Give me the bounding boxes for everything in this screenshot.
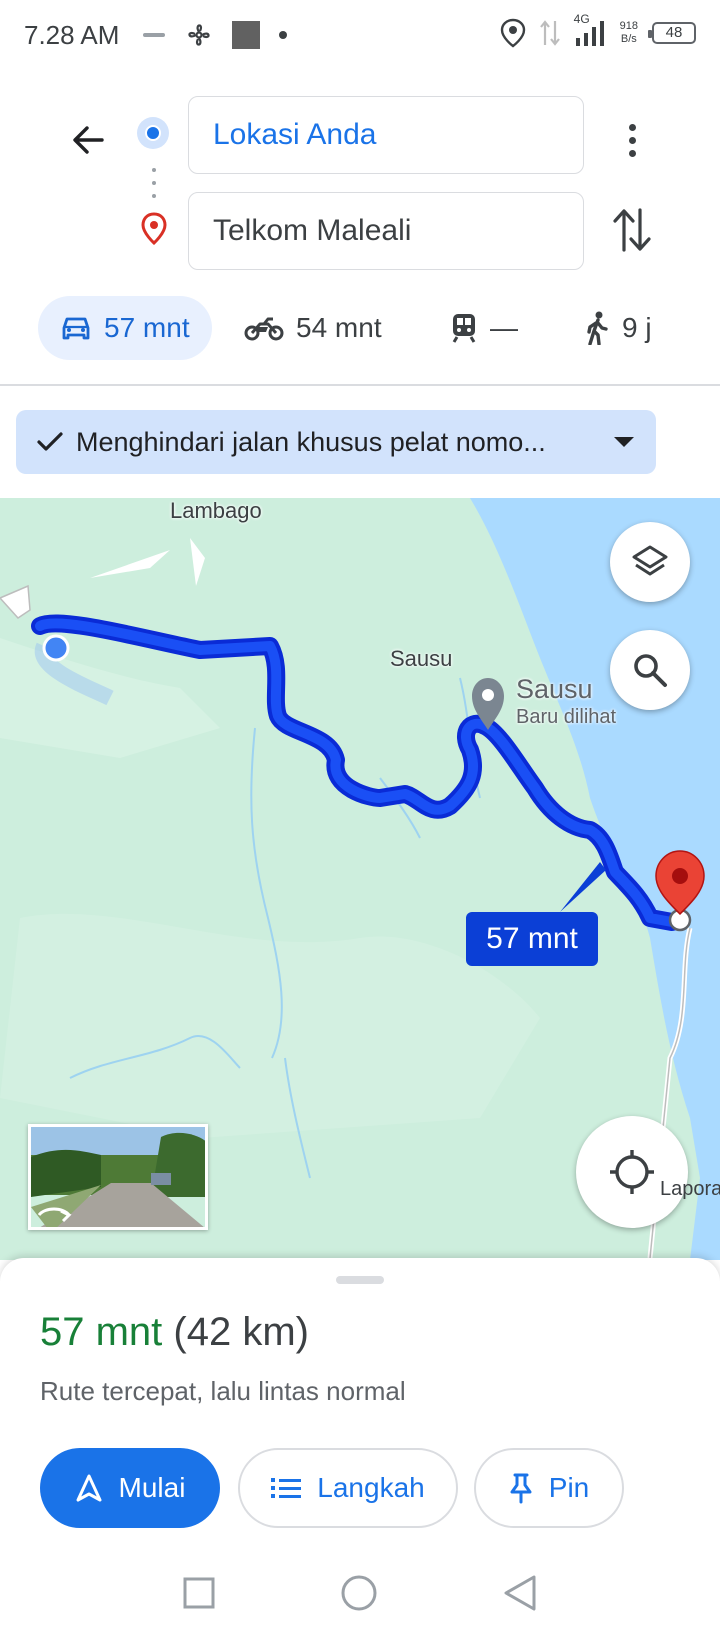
arrow-left-icon	[73, 126, 104, 154]
sheet-drag-handle[interactable]	[336, 1276, 384, 1284]
destination-pin-icon	[141, 212, 167, 246]
location-icon	[500, 18, 525, 48]
dot-icon	[279, 31, 287, 39]
back-triangle-icon[interactable]	[502, 1574, 538, 1612]
place-marker-icon[interactable]	[470, 676, 506, 732]
car-icon	[62, 317, 90, 340]
street-view-photo	[31, 1127, 205, 1227]
route-distance: (42 km)	[173, 1310, 309, 1354]
mode-transit-tab[interactable]: —	[450, 296, 518, 360]
route-connector-dots	[152, 168, 156, 198]
fan-icon	[188, 24, 210, 46]
system-nav-bar	[0, 1546, 720, 1640]
crosshair-icon	[610, 1150, 654, 1194]
pushpin-icon	[510, 1473, 532, 1504]
home-icon[interactable]	[339, 1573, 379, 1613]
signal-icon: 4G	[574, 12, 606, 48]
steps-button[interactable]: Langkah	[238, 1448, 458, 1528]
layers-button[interactable]	[610, 522, 690, 602]
dropdown-caret-icon	[614, 437, 634, 447]
status-right-icons: 4G 918 B/s 48	[500, 12, 696, 48]
header-divider	[0, 384, 720, 386]
search-icon	[634, 654, 667, 687]
status-left-icons	[142, 20, 288, 50]
train-icon	[452, 314, 476, 343]
network-speed: 918 B/s	[619, 20, 638, 45]
my-location-button[interactable]	[576, 1116, 688, 1228]
check-icon	[37, 432, 63, 451]
battery-icon: 48	[648, 22, 696, 44]
start-navigation-button[interactable]: Mulai	[40, 1448, 220, 1528]
swap-icon[interactable]	[610, 204, 654, 256]
street-view-thumbnail[interactable]	[28, 1124, 208, 1230]
map-label-sausu-town: Sausu	[390, 646, 453, 671]
origin-field[interactable]: Lokasi Anda	[188, 96, 584, 174]
route-duration: 57 mnt	[40, 1310, 163, 1354]
travel-modes: 57 mnt 54 mnt — 9 j	[0, 296, 720, 360]
carrier-logo-icon	[143, 33, 165, 37]
map-poi-sausu-subtitle: Baru dilihat	[516, 706, 617, 728]
route-summary: 57 mnt (42 km)	[40, 1310, 309, 1355]
status-time: 7.28 AM	[24, 20, 120, 50]
map-label-lambago: Lambago	[170, 498, 262, 523]
origin-dot-icon	[137, 117, 169, 149]
back-button[interactable]	[62, 114, 114, 166]
walk-icon	[587, 311, 608, 345]
recent-apps-icon[interactable]	[182, 1576, 216, 1610]
destination-field[interactable]: Telkom Maleali	[188, 192, 584, 270]
route-description: Rute tercepat, lalu lintas normal	[40, 1376, 406, 1406]
list-icon	[271, 1478, 302, 1498]
route-options-label: Menghindari jalan khusus pelat nomo...	[76, 426, 546, 457]
layers-icon	[632, 545, 668, 576]
motorcycle-icon	[244, 317, 284, 341]
mode-motorcycle-tab[interactable]: 54 mnt	[244, 296, 382, 360]
data-arrows-icon	[539, 20, 560, 46]
pin-button[interactable]: Pin	[474, 1448, 624, 1528]
map-search-button[interactable]	[610, 630, 690, 710]
mode-car-tab[interactable]: 57 mnt	[38, 296, 212, 360]
map-label-lapora: Lapora	[660, 1178, 720, 1200]
status-bar: 7.28 AM 4G 918 B/s 48	[0, 0, 720, 74]
directions-header: Lokasi Anda Telkom Maleali 57 mnt 54 mnt…	[0, 74, 720, 384]
navigation-arrow-icon	[76, 1474, 102, 1502]
more-options-button[interactable]	[614, 114, 650, 166]
route-options-chip[interactable]: Menghindari jalan khusus pelat nomo...	[16, 410, 656, 474]
map-view[interactable]: Lambago Sausu Sausu Baru dilihat 57 mnt …	[0, 498, 720, 1260]
mode-walk-tab[interactable]: 9 j	[584, 296, 652, 360]
map-poi-sausu[interactable]: Sausu	[516, 674, 593, 705]
route-eta-badge[interactable]: 57 mnt	[466, 912, 598, 966]
square-icon	[232, 21, 260, 49]
